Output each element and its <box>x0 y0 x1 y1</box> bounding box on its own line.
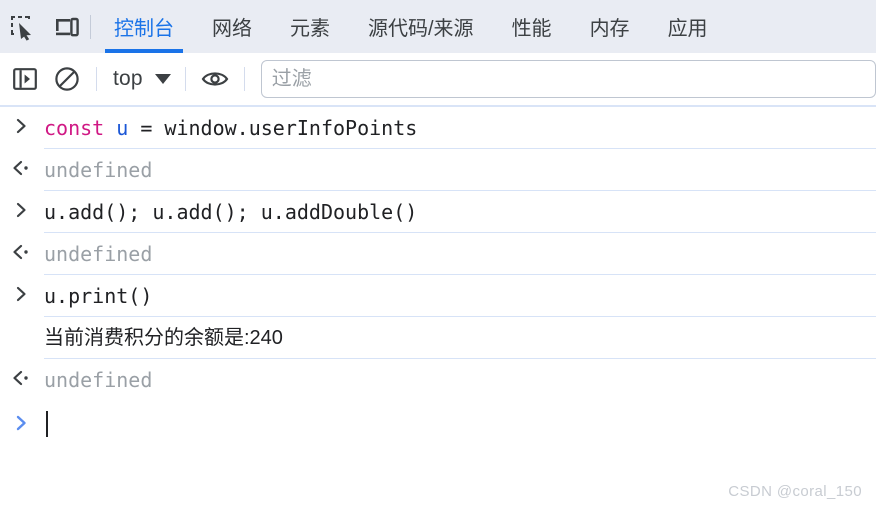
tab-sources[interactable]: 源代码/来源 <box>349 0 493 53</box>
console-output-row: undefined <box>0 359 876 401</box>
tab-sources-label: 源代码/来源 <box>368 18 474 40</box>
tab-application[interactable]: 应用 <box>649 0 727 53</box>
output-arrow-icon <box>0 149 44 177</box>
token-variable: u <box>116 116 129 140</box>
devtools-tabbar: 控制台 网络 元素 源代码/来源 性能 内存 应用 <box>0 0 876 53</box>
inspect-element-icon[interactable] <box>0 5 44 49</box>
device-toolbar-icon[interactable] <box>44 5 88 49</box>
token-expression: u.print() <box>44 284 153 308</box>
console-output-row: undefined <box>0 233 876 275</box>
tab-memory-label: 内存 <box>589 18 630 40</box>
output-arrow-icon <box>0 233 44 261</box>
console-output-text: undefined <box>44 242 153 266</box>
console-log-area[interactable]: const u = window.userInfoPoints undefine… <box>0 107 876 512</box>
console-input-row[interactable]: const u = window.userInfoPoints <box>0 107 876 149</box>
tab-elements-label: 元素 <box>290 18 330 40</box>
token-expression: = window.userInfoPoints <box>128 116 418 140</box>
input-arrow-icon <box>0 191 44 219</box>
devtools-window: 控制台 网络 元素 源代码/来源 性能 内存 应用 top 过滤 const u… <box>0 0 876 512</box>
live-expression-eye-icon[interactable] <box>194 58 236 100</box>
clear-console-icon[interactable] <box>46 58 88 100</box>
tab-console-label: 控制台 <box>114 18 174 40</box>
token-keyword: const <box>44 116 105 140</box>
console-output-text: undefined <box>44 158 153 182</box>
chevron-down-icon <box>154 74 171 84</box>
toolbar-divider-2 <box>184 67 186 91</box>
tab-memory[interactable]: 内存 <box>571 0 649 53</box>
toolbar-divider-1 <box>96 67 97 91</box>
console-input-text: u.add(); u.add(); u.addDouble() <box>44 191 876 233</box>
console-output-text: undefined <box>44 368 153 392</box>
console-input-text: u.print() <box>44 275 876 317</box>
console-input-text: const u = window.userInfoPoints <box>44 107 876 149</box>
tabbar-divider <box>90 14 91 39</box>
console-input-row[interactable]: u.add(); u.add(); u.addDouble() <box>0 191 876 233</box>
console-log-message-text: 当前消费积分的余额是:240 <box>44 327 283 349</box>
console-log-message-row: 当前消费积分的余额是:240 <box>0 317 876 359</box>
tab-application-label: 应用 <box>667 18 708 40</box>
watermark: CSDN @coral_150 <box>728 483 862 500</box>
context-selector-label: top <box>113 67 143 90</box>
text-cursor <box>46 410 48 437</box>
tab-performance[interactable]: 性能 <box>493 0 571 53</box>
tab-performance-label: 性能 <box>511 18 552 40</box>
tab-network-label: 网络 <box>212 18 252 40</box>
tab-elements[interactable]: 元素 <box>271 0 349 53</box>
input-arrow-icon <box>0 107 44 135</box>
console-input-row[interactable]: u.print() <box>0 275 876 317</box>
filter-input[interactable] <box>260 60 876 98</box>
sidebar-toggle-icon[interactable] <box>4 58 46 100</box>
toolbar-divider-3 <box>243 67 245 91</box>
console-toolbar: top <box>0 53 876 107</box>
context-selector[interactable]: top <box>105 62 177 96</box>
filter-field-wrapper <box>253 60 876 98</box>
console-output-row: undefined <box>0 149 876 191</box>
tab-console[interactable]: 控制台 <box>95 0 193 53</box>
input-arrow-icon <box>0 275 44 303</box>
console-prompt-input[interactable] <box>44 409 876 437</box>
tab-network[interactable]: 网络 <box>193 0 271 53</box>
token-expression: u.add(); u.add(); u.addDouble() <box>44 200 418 224</box>
output-arrow-icon <box>0 359 44 387</box>
log-gutter-empty <box>0 317 44 327</box>
console-prompt-row[interactable] <box>0 401 876 445</box>
prompt-arrow-icon <box>0 414 44 432</box>
